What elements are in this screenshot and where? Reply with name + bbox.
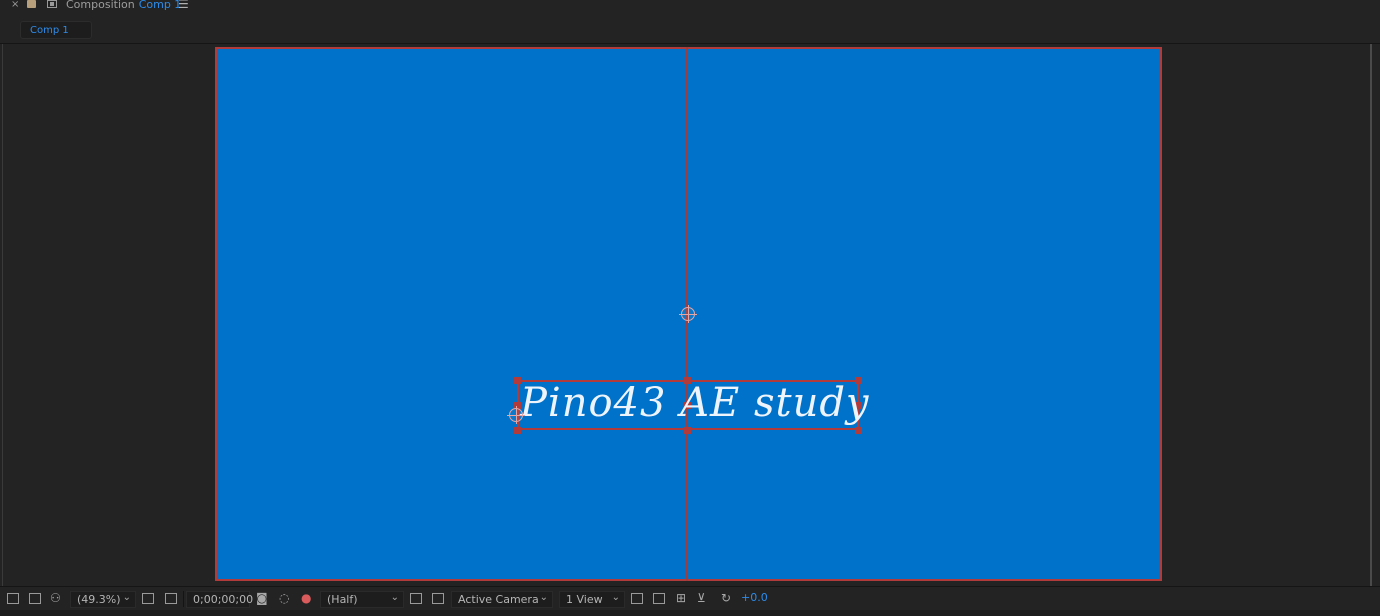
resolution-dropdown[interactable]: (Half) ⌄: [320, 591, 404, 608]
timeline-icon[interactable]: ⊞: [676, 591, 686, 605]
timecode-field[interactable]: 0;00;00;00: [186, 591, 254, 608]
color-channel-icon[interactable]: ●: [301, 591, 311, 605]
view-layout-value: 1 View: [566, 593, 603, 606]
panel-title-label: Composition: [66, 0, 135, 11]
transparency-grid-icon[interactable]: [165, 593, 177, 604]
show-snapshot-icon[interactable]: ◌: [279, 591, 289, 605]
camera-value: Active Camera: [458, 593, 539, 606]
grid-icon[interactable]: [432, 593, 444, 604]
lock-icon[interactable]: [27, 0, 36, 8]
magnification-dropdown[interactable]: (49.3%) ⌄: [70, 591, 136, 608]
preview-icon[interactable]: [7, 593, 19, 604]
tab-comp-1[interactable]: Comp 1: [20, 21, 92, 39]
timecode-value: 0;00;00;00: [193, 593, 254, 606]
reset-exposure-icon[interactable]: ↻: [721, 591, 731, 605]
3d-draft-icon[interactable]: [653, 593, 665, 604]
panel-bottom-edge: [0, 610, 1380, 616]
chevron-down-icon: ⌄: [122, 592, 131, 603]
monitor-icon[interactable]: [29, 593, 41, 604]
composition-icon: [47, 0, 57, 8]
chevron-down-icon: ⌄: [390, 592, 399, 603]
exposure-value[interactable]: +0.0: [741, 591, 768, 604]
chevron-down-icon: ⌄: [611, 592, 620, 603]
resolution-value: (Half): [327, 593, 358, 606]
camera-dropdown[interactable]: Active Camera ⌄: [451, 591, 553, 608]
mask-visibility-icon[interactable]: ⚇: [50, 591, 61, 605]
region-of-interest-icon[interactable]: [142, 593, 154, 604]
anchor-point-icon[interactable]: [679, 305, 697, 323]
magnification-value: (49.3%): [77, 593, 121, 606]
camera-icon[interactable]: ◙: [256, 591, 268, 605]
chevron-down-icon: ⌄: [539, 592, 548, 603]
view-layout-dropdown[interactable]: 1 View ⌄: [559, 591, 625, 608]
text-anchor-point-icon[interactable]: [507, 406, 525, 424]
panel-title: Composition Comp 1: [66, 0, 181, 11]
viewer-toolbar: ⚇ (49.3%) ⌄ 0;00;00;00 ◙ ◌ ● (Half) ⌄ Ac…: [0, 586, 1380, 610]
text-layer[interactable]: Pino43 AE study: [520, 376, 869, 430]
separator: [183, 591, 184, 607]
toggle-pixel-aspect-icon[interactable]: [631, 593, 643, 604]
fast-previews-icon[interactable]: [410, 593, 422, 604]
close-panel-icon[interactable]: ×: [11, 0, 19, 10]
tab-row: Comp 1: [0, 14, 1380, 44]
panel-menu-icon[interactable]: ☰: [178, 0, 189, 11]
panel-header: × Composition Comp 1 ☰: [0, 0, 1380, 14]
flowchart-icon[interactable]: ⊻: [697, 591, 706, 605]
panel-title-comp-name[interactable]: Comp 1: [139, 0, 182, 11]
